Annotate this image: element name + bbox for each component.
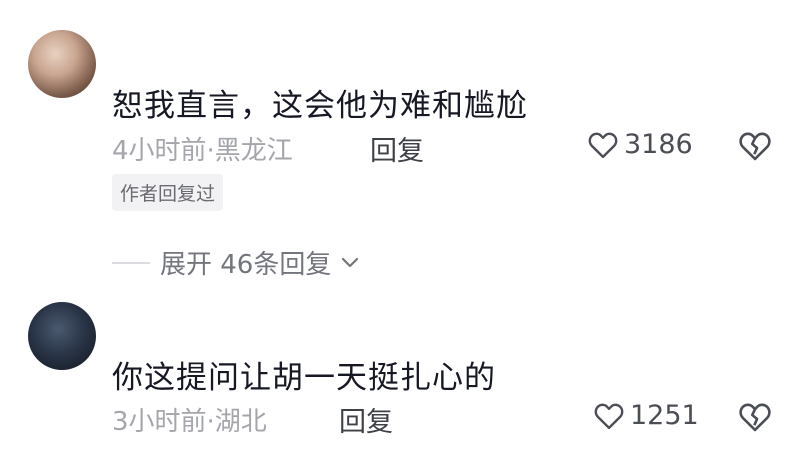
like-count: 1251 (630, 400, 699, 431)
like-button[interactable]: 3186 (588, 129, 693, 160)
author-replied-badge: 作者回复过 (112, 174, 224, 211)
expand-replies-button[interactable]: 展开 46条回复 (112, 244, 359, 281)
expand-replies-label: 展开 46条回复 (160, 250, 332, 280)
heart-outline-icon (588, 132, 618, 158)
reply-button[interactable]: 回复 (370, 129, 424, 168)
avatar[interactable] (28, 302, 96, 370)
comment-meta: 3小时前·湖北 (112, 407, 267, 437)
comment-meta: 4小时前·黑龙江 (112, 136, 293, 166)
divider-line (112, 261, 150, 264)
like-button[interactable]: 1251 (594, 400, 699, 431)
avatar[interactable] (28, 30, 96, 98)
comment-text: 恕我直言，这会他为难和尴尬 (112, 88, 528, 124)
comment-text: 你这提问让胡一天挺扎心的 (112, 360, 496, 396)
broken-heart-icon[interactable] (738, 131, 772, 161)
heart-outline-icon (594, 403, 624, 429)
chevron-down-icon (342, 257, 359, 267)
reply-button[interactable]: 回复 (339, 400, 393, 439)
like-count: 3186 (624, 129, 693, 160)
broken-heart-icon[interactable] (738, 402, 772, 432)
